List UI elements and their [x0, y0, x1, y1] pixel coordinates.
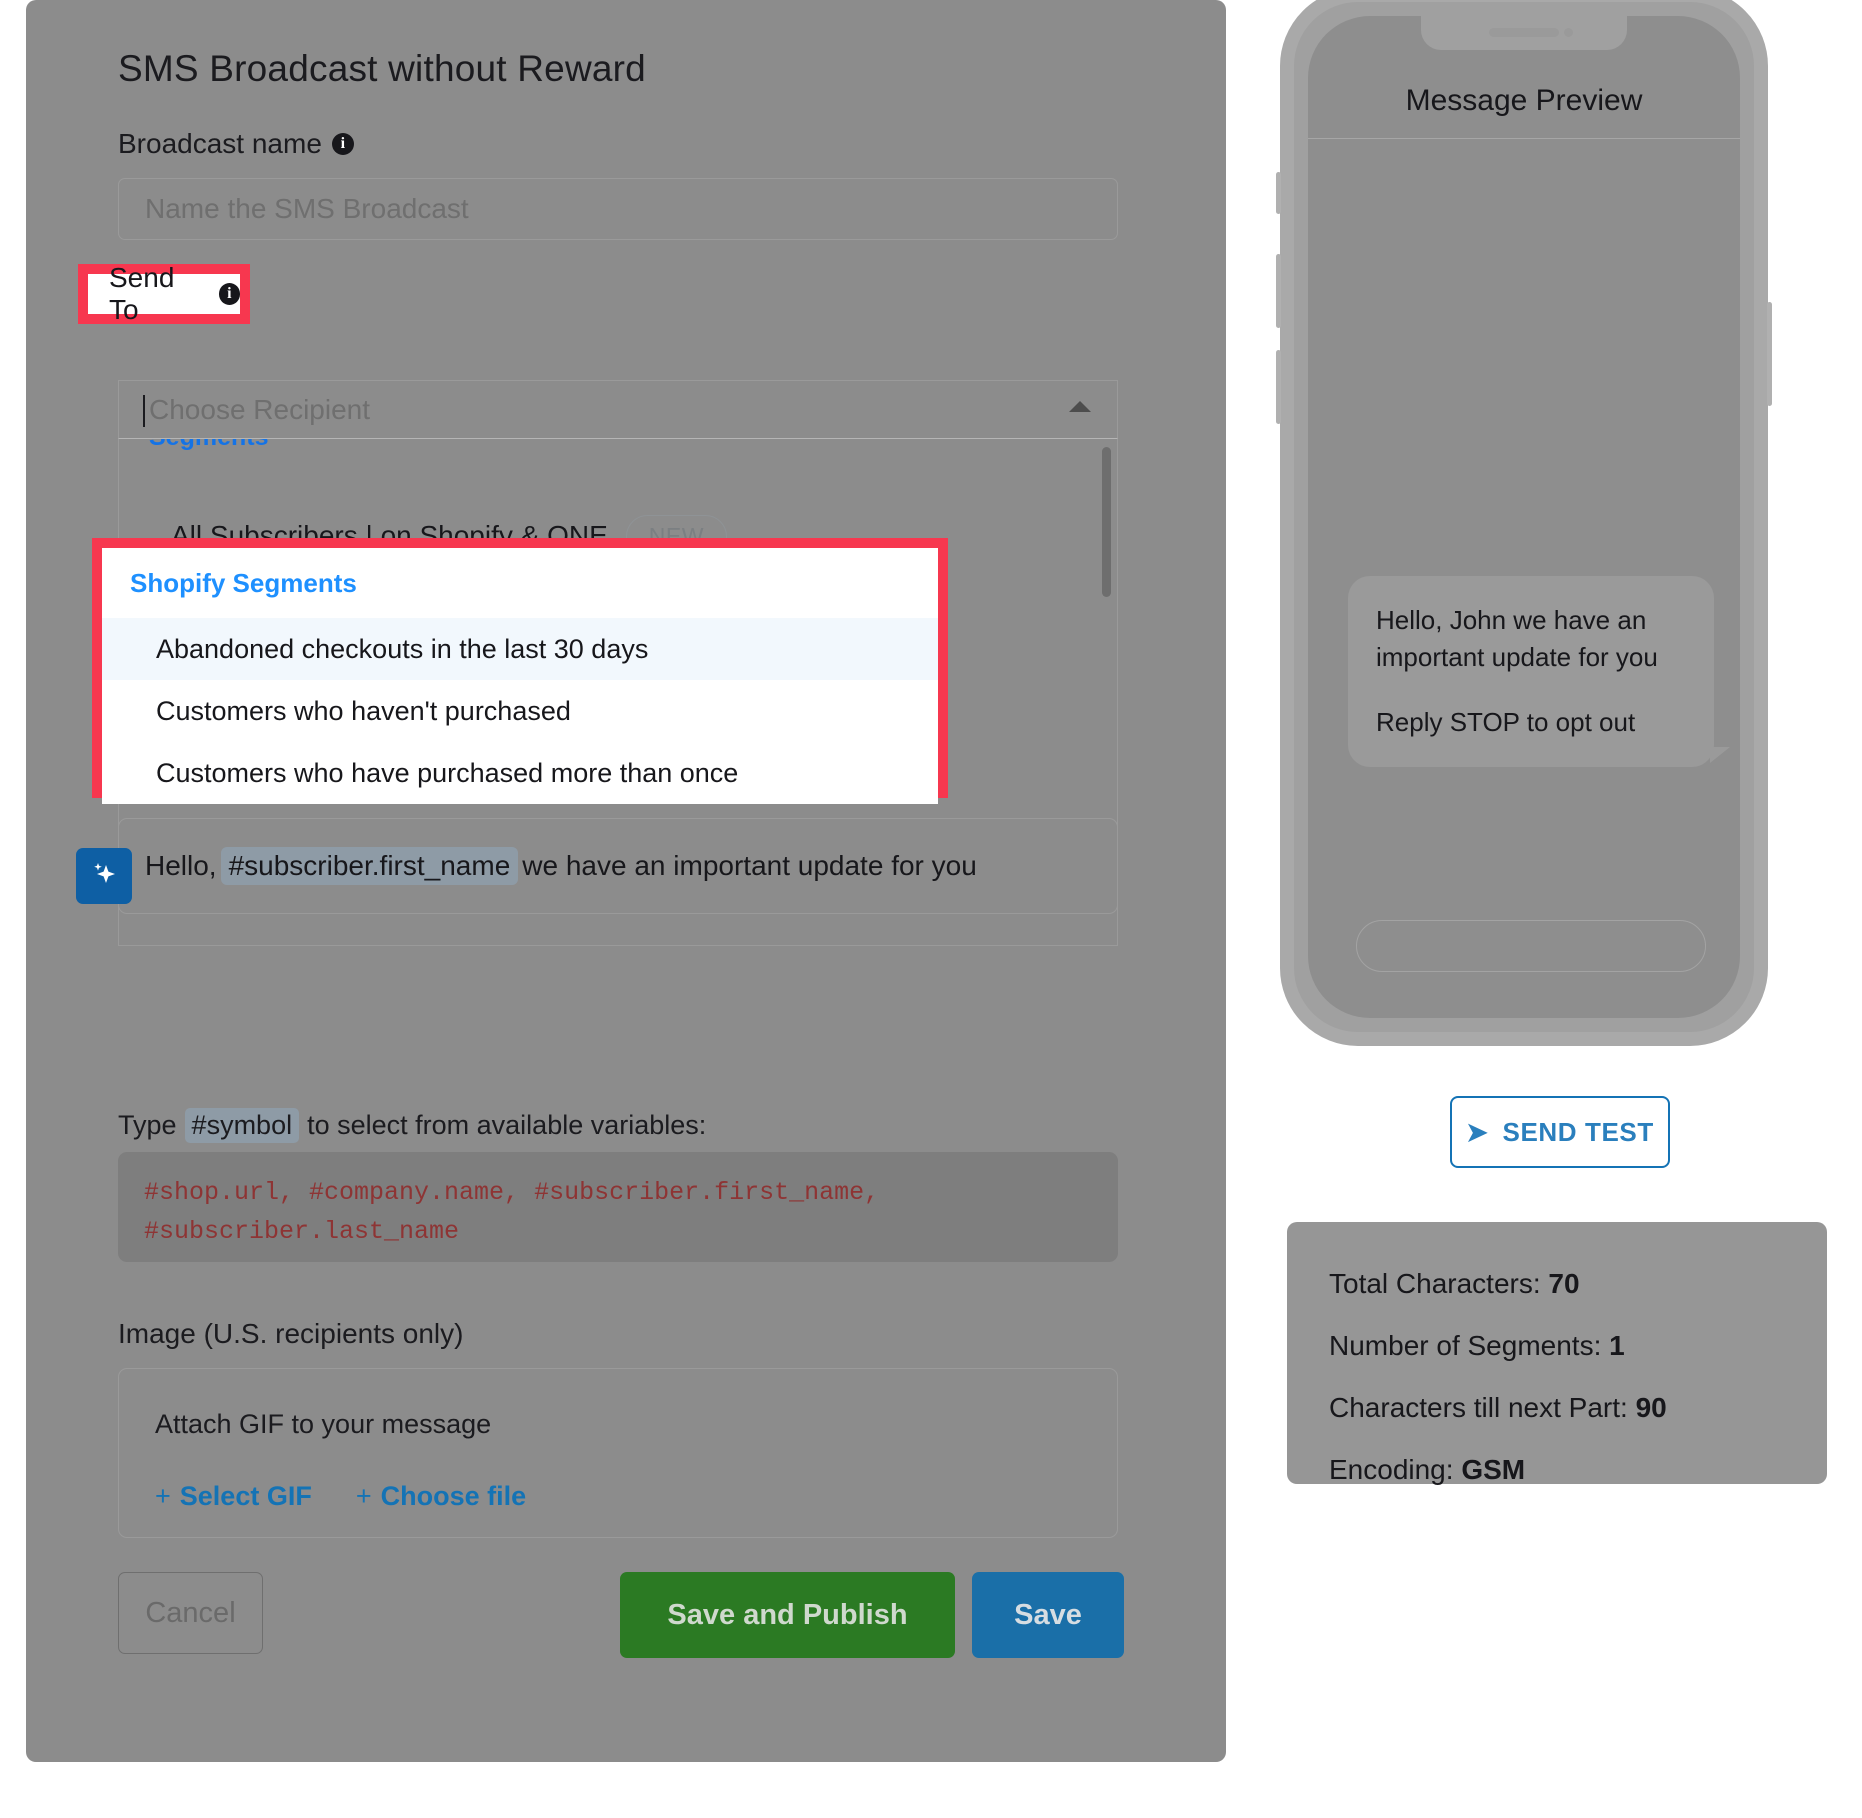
select-gif-button[interactable]: + Select GIF [155, 1481, 312, 1512]
ai-sparkle-button[interactable] [76, 848, 132, 904]
broadcast-name-input[interactable]: Name the SMS Broadcast [118, 178, 1118, 240]
sms-text-suffix: we have an important update for you [522, 850, 977, 881]
phone-mute-switch [1276, 172, 1281, 214]
send-to-label-highlight: Send To i [78, 262, 250, 326]
save-and-publish-button[interactable]: Save and Publish [620, 1572, 955, 1658]
stat-label: Encoding: [1329, 1454, 1454, 1485]
bubble-line-1: Hello, John we have an [1376, 605, 1647, 635]
save-button[interactable]: Save [972, 1572, 1124, 1658]
chevron-up-icon[interactable] [1069, 401, 1091, 412]
send-to-combobox[interactable]: Choose Recipient [118, 380, 1118, 438]
hint-prefix: Type [118, 1110, 177, 1140]
message-stats-card: Total Characters: 70 Number of Segments:… [1287, 1222, 1827, 1486]
segment-option-havent-purchased[interactable]: Customers who haven't purchased [102, 680, 938, 742]
page-title: SMS Broadcast without Reward [118, 48, 646, 89]
image-dropzone[interactable]: Attach GIF to your message + Select GIF +… [118, 1368, 1118, 1538]
phone-volume-down [1276, 350, 1281, 424]
select-gif-label: Select GIF [179, 1481, 312, 1511]
variable-hint: Type #symbol to select from available va… [118, 1108, 706, 1143]
phone-notch [1421, 16, 1627, 50]
segment-option-label: Customers who have purchased more than o… [156, 757, 739, 788]
shopify-segments-highlight: Shopify Segments Abandoned checkouts in … [92, 538, 948, 804]
segment-option-label: Abandoned checkouts in the last 30 days [156, 633, 649, 664]
send-test-label: SEND TEST [1502, 1116, 1654, 1147]
segment-option-abandoned-checkouts[interactable]: Abandoned checkouts in the last 30 days [102, 618, 938, 680]
stat-value: 1 [1609, 1330, 1625, 1361]
segment-option-label: Customers who haven't purchased [156, 695, 571, 726]
speaker-icon [1489, 28, 1559, 37]
choose-file-button[interactable]: + Choose file [356, 1481, 526, 1512]
phone-message-input [1356, 920, 1706, 972]
camera-icon [1564, 28, 1573, 37]
bubble-line-3: Reply STOP to opt out [1376, 706, 1636, 737]
stat-label: Number of Segments: [1329, 1330, 1602, 1361]
screenshot-root: SMS Broadcast without Reward Broadcast n… [0, 0, 1862, 1818]
cancel-button[interactable]: Cancel [118, 1572, 263, 1654]
broadcast-name-placeholder: Name the SMS Broadcast [145, 193, 469, 224]
broadcast-name-label: Broadcast name i [118, 128, 354, 160]
attach-gif-text: Attach GIF to your message [155, 1409, 492, 1439]
shopify-segments-header: Shopify Segments [130, 568, 357, 598]
phone-power-button [1767, 302, 1772, 406]
stat-value: GSM [1461, 1454, 1526, 1485]
hint-symbol-chip: #symbol [184, 1108, 300, 1143]
divider [1308, 138, 1740, 139]
broadcast-name-label-text: Broadcast name [118, 128, 322, 159]
bubble-tail [1710, 746, 1730, 763]
phone-mockup: Message Preview Hello, John we have an i… [1276, 0, 1772, 1046]
image-section-label: Image (U.S. recipients only) [118, 1318, 464, 1349]
send-to-label-text: Send To [109, 262, 175, 325]
sms-variable-chip[interactable]: #subscriber.first_name [220, 847, 519, 885]
stat-row: Total Characters: 70 [1329, 1268, 1827, 1300]
sms-text-input[interactable]: Hello, #subscriber.first_name we have an… [118, 818, 1118, 914]
info-icon[interactable]: i [218, 283, 240, 305]
variables-line-2: #subscriber.last_name [144, 1216, 460, 1246]
paper-plane-icon: ➤ [1466, 1116, 1489, 1147]
stat-label: Characters till next Part: [1329, 1392, 1628, 1423]
plus-icon: + [355, 1481, 372, 1511]
stat-value: 70 [1548, 1268, 1580, 1299]
bubble-line-2: important update for you [1376, 641, 1658, 672]
phone-screen: Message Preview Hello, John we have an i… [1308, 16, 1740, 1018]
segment-option-purchased-more-than-once[interactable]: Customers who have purchased more than o… [102, 742, 938, 804]
stat-label: Total Characters: [1329, 1268, 1541, 1299]
send-test-button[interactable]: ➤ SEND TEST [1450, 1096, 1670, 1168]
info-icon[interactable]: i [331, 133, 354, 155]
send-to-label: Send To i [109, 262, 240, 326]
stat-row: Number of Segments: 1 [1329, 1330, 1827, 1362]
stat-value: 90 [1635, 1392, 1667, 1423]
dropdown-group-header-cut: Segments [149, 439, 268, 452]
plus-icon: + [155, 1481, 171, 1511]
message-preview-column: Message Preview Hello, John we have an i… [1252, 0, 1827, 1818]
sparkle-icon [94, 863, 115, 883]
stat-row: Characters till next Part: 90 [1329, 1392, 1827, 1424]
send-to-placeholder: Choose Recipient [149, 393, 371, 425]
stat-row: Encoding: GSM [1329, 1454, 1827, 1486]
available-variables-box: #shop.url, #company.name, #subscriber.fi… [118, 1152, 1118, 1262]
variables-line-1: #shop.url, #company.name, #subscriber.fi… [144, 1178, 880, 1207]
phone-volume-up [1276, 254, 1281, 328]
dropdown-scrollbar[interactable] [1102, 447, 1111, 597]
hint-suffix: to select from available variables: [307, 1110, 707, 1140]
choose-file-label: Choose file [380, 1481, 527, 1511]
text-cursor [143, 395, 145, 427]
sms-preview-bubble: Hello, John we have an important update … [1348, 576, 1730, 767]
message-preview-title: Message Preview [1405, 84, 1643, 117]
sms-text-prefix: Hello, [145, 850, 217, 881]
